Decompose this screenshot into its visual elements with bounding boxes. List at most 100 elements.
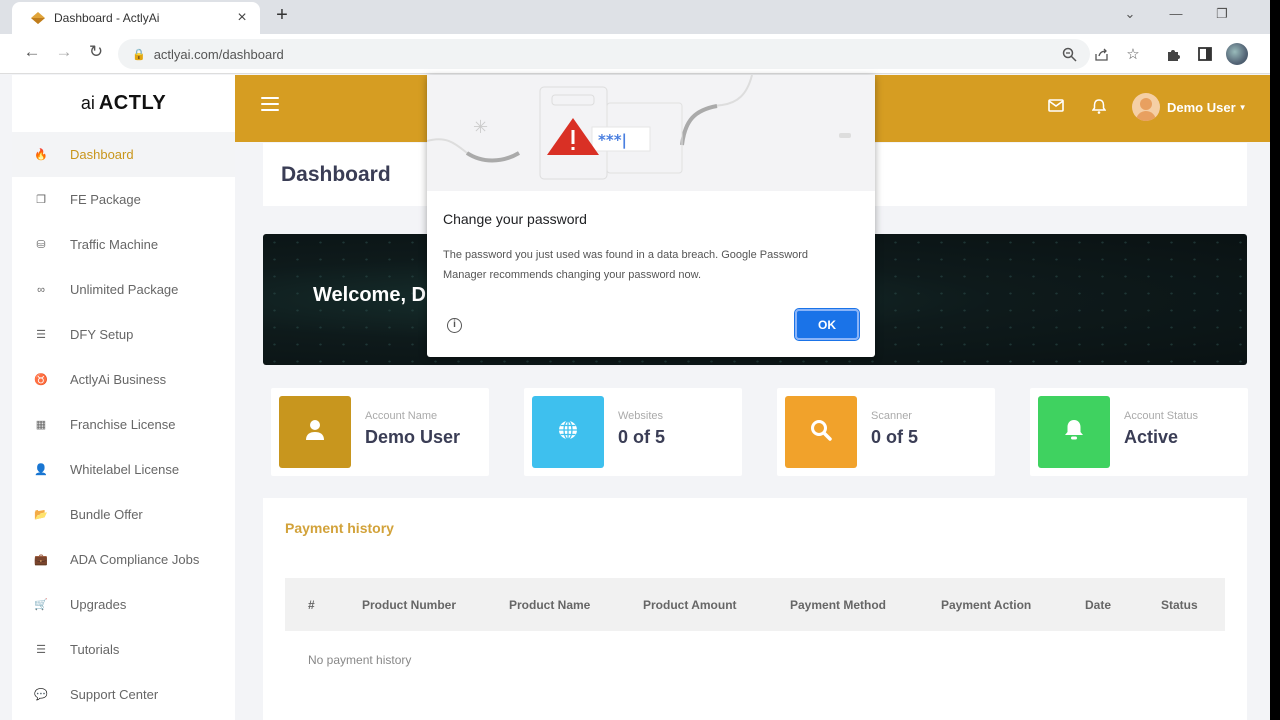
stat-icon-box	[1038, 396, 1110, 468]
payment-history-card: Payment history # Product Number Product N…	[263, 498, 1247, 720]
mail-icon[interactable]	[1048, 99, 1064, 116]
payment-history-title: Payment history	[285, 520, 394, 536]
logo-brand: ACTLY	[98, 92, 167, 114]
sidebar-item-ada-compliance-jobs[interactable]: 💼 ADA Compliance Jobs	[12, 537, 235, 582]
logo-prefix: ai	[80, 93, 95, 113]
user-avatar	[1132, 93, 1160, 121]
column-header[interactable]: #	[308, 598, 315, 612]
browser-toolbar: ← → ↻ 🔒 actlyai.com/dashboard ☆	[0, 34, 1270, 74]
stat-label: Account Status	[1124, 410, 1198, 422]
sidebar-item-label: ActlyAi Business	[70, 372, 167, 387]
sidebar-item-label: Traffic Machine	[70, 237, 159, 252]
sidebar-item-unlimited-package[interactable]: ∞ Unlimited Package	[12, 267, 235, 312]
browser-tab[interactable]: Dashboard - ActlyAi ×	[12, 2, 260, 34]
sidebar-item-fe-package[interactable]: ❐ FE Package	[12, 177, 235, 222]
globe-icon	[557, 419, 579, 446]
sidebar-item-traffic-machine[interactable]: ⛁ Traffic Machine	[12, 222, 235, 267]
password-mask: ***|	[598, 131, 627, 150]
minimize-icon[interactable]: —	[1164, 6, 1188, 21]
side-panel-icon[interactable]	[1194, 43, 1216, 65]
database-icon: ⛁	[36, 239, 46, 251]
sidebar-item-label: ADA Compliance Jobs	[70, 552, 200, 567]
info-icon[interactable]: i	[447, 318, 462, 333]
sidebar-item-tutorials[interactable]: ☰ Tutorials	[12, 627, 235, 672]
empty-state-text: No payment history	[308, 653, 412, 667]
address-bar[interactable]: 🔒 actlyai.com/dashboard	[118, 39, 1090, 69]
sidebar-item-whitelabel-license[interactable]: 👤 Whitelabel License	[12, 447, 235, 492]
logo[interactable]: ai ACTLY	[12, 75, 235, 132]
bell-icon	[1064, 419, 1084, 446]
stat-card-account-status: Account Status Active	[1030, 388, 1248, 476]
favicon-icon	[31, 12, 45, 24]
reload-icon[interactable]: ↻	[84, 42, 108, 62]
user-icon	[305, 419, 325, 446]
stat-card-account-name: Account Name Demo User	[271, 388, 489, 476]
notification-bell-icon[interactable]	[1091, 99, 1107, 118]
back-icon[interactable]: ←	[20, 42, 44, 62]
sidebar: ai ACTLY 🔥 Dashboard ❐ FE Package ⛁ Traffic M…	[12, 75, 235, 720]
sidebar-item-actlyai-business[interactable]: ♉ ActlyAi Business	[12, 357, 235, 402]
share-icon[interactable]	[1090, 43, 1112, 65]
stat-icon-box	[785, 396, 857, 468]
payment-table-header: # Product Number Product Name Product Amoun…	[285, 578, 1225, 631]
dialog-title: Change your password	[443, 211, 587, 227]
ok-button[interactable]: OK	[794, 308, 860, 341]
tab-title: Dashboard - ActlyAi	[54, 11, 160, 25]
zoom-icon[interactable]	[1058, 43, 1080, 65]
infinity-icon: ∞	[37, 283, 45, 296]
sidebar-item-label: DFY Setup	[70, 327, 134, 342]
tab-search-icon[interactable]: ⌄	[1118, 6, 1142, 22]
stat-value: 0 of 5	[871, 427, 919, 447]
clone-icon: ❐	[36, 194, 46, 206]
sidebar-item-label: Unlimited Package	[70, 282, 179, 297]
sidebar-item-support-center[interactable]: 💬 Support Center	[12, 672, 235, 717]
tab-strip: Dashboard - ActlyAi × + ⌄ — ❐	[0, 0, 1270, 34]
sidebar-item-upgrades[interactable]: 🛒 Upgrades	[12, 582, 235, 627]
briefcase-icon: 💼	[34, 554, 48, 566]
sidebar-item-label: Bundle Offer	[70, 507, 143, 522]
profile-avatar[interactable]	[1226, 43, 1248, 65]
dialog-message: The password you just used was found in …	[443, 249, 809, 281]
password-breach-illustration: ✳ ***|	[427, 75, 875, 191]
column-header[interactable]: Payment Action	[941, 598, 1031, 612]
column-header[interactable]: Payment Method	[790, 598, 886, 612]
forward-icon[interactable]: →	[52, 42, 76, 62]
column-header[interactable]: Product Amount	[643, 598, 737, 612]
search-icon	[810, 419, 832, 446]
stat-icon-box	[279, 396, 351, 468]
sidebar-item-label: FE Package	[70, 192, 141, 207]
svg-text:✳: ✳	[473, 117, 488, 138]
column-header[interactable]: Product Name	[509, 598, 590, 612]
taurus-icon: ♉	[34, 374, 48, 386]
user-menu[interactable]: Demo User ▼	[1132, 93, 1247, 121]
change-password-dialog: ✳ ***| Change your password The password…	[427, 75, 875, 357]
sidebar-item-label: Upgrades	[70, 597, 127, 612]
column-header[interactable]: Status	[1161, 598, 1198, 612]
close-tab-icon[interactable]: ×	[234, 9, 250, 27]
bookmark-star-icon[interactable]: ☆	[1122, 43, 1144, 65]
sidebar-item-label: Dashboard	[70, 147, 134, 162]
sidebar-item-label: Whitelabel License	[70, 462, 180, 477]
lock-icon: 🔒	[132, 48, 146, 61]
column-header[interactable]: Product Number	[362, 598, 456, 612]
restore-icon[interactable]: ❐	[1210, 6, 1234, 22]
new-tab-button[interactable]: +	[270, 4, 294, 27]
stat-label: Account Name	[365, 410, 438, 422]
fire-icon: 🔥	[34, 149, 48, 161]
welcome-text: Welcome, D	[313, 284, 426, 306]
cart-icon: 🛒	[34, 599, 48, 611]
sidebar-item-bundle-offer[interactable]: 📂 Bundle Offer	[12, 492, 235, 537]
database-stack-icon: ☰	[36, 644, 46, 656]
hamburger-menu-icon[interactable]	[261, 97, 279, 113]
sidebar-item-dfy-setup[interactable]: ☰ DFY Setup	[12, 312, 235, 357]
column-header[interactable]: Date	[1085, 598, 1111, 612]
stat-value: 0 of 5	[618, 427, 666, 447]
sidebar-item-dashboard[interactable]: 🔥 Dashboard	[12, 132, 235, 177]
stat-value: Demo User	[365, 427, 461, 447]
browser-window: Dashboard - ActlyAi × + ⌄ — ❐ ← → ↻ 🔒 ac…	[0, 0, 1270, 720]
stat-label: Scanner	[871, 410, 912, 422]
stat-icon-box	[532, 396, 604, 468]
extensions-icon[interactable]	[1162, 43, 1184, 65]
sidebar-item-franchise-license[interactable]: ▦ Franchise License	[12, 402, 235, 447]
user-tag-icon: 👤	[34, 464, 48, 476]
